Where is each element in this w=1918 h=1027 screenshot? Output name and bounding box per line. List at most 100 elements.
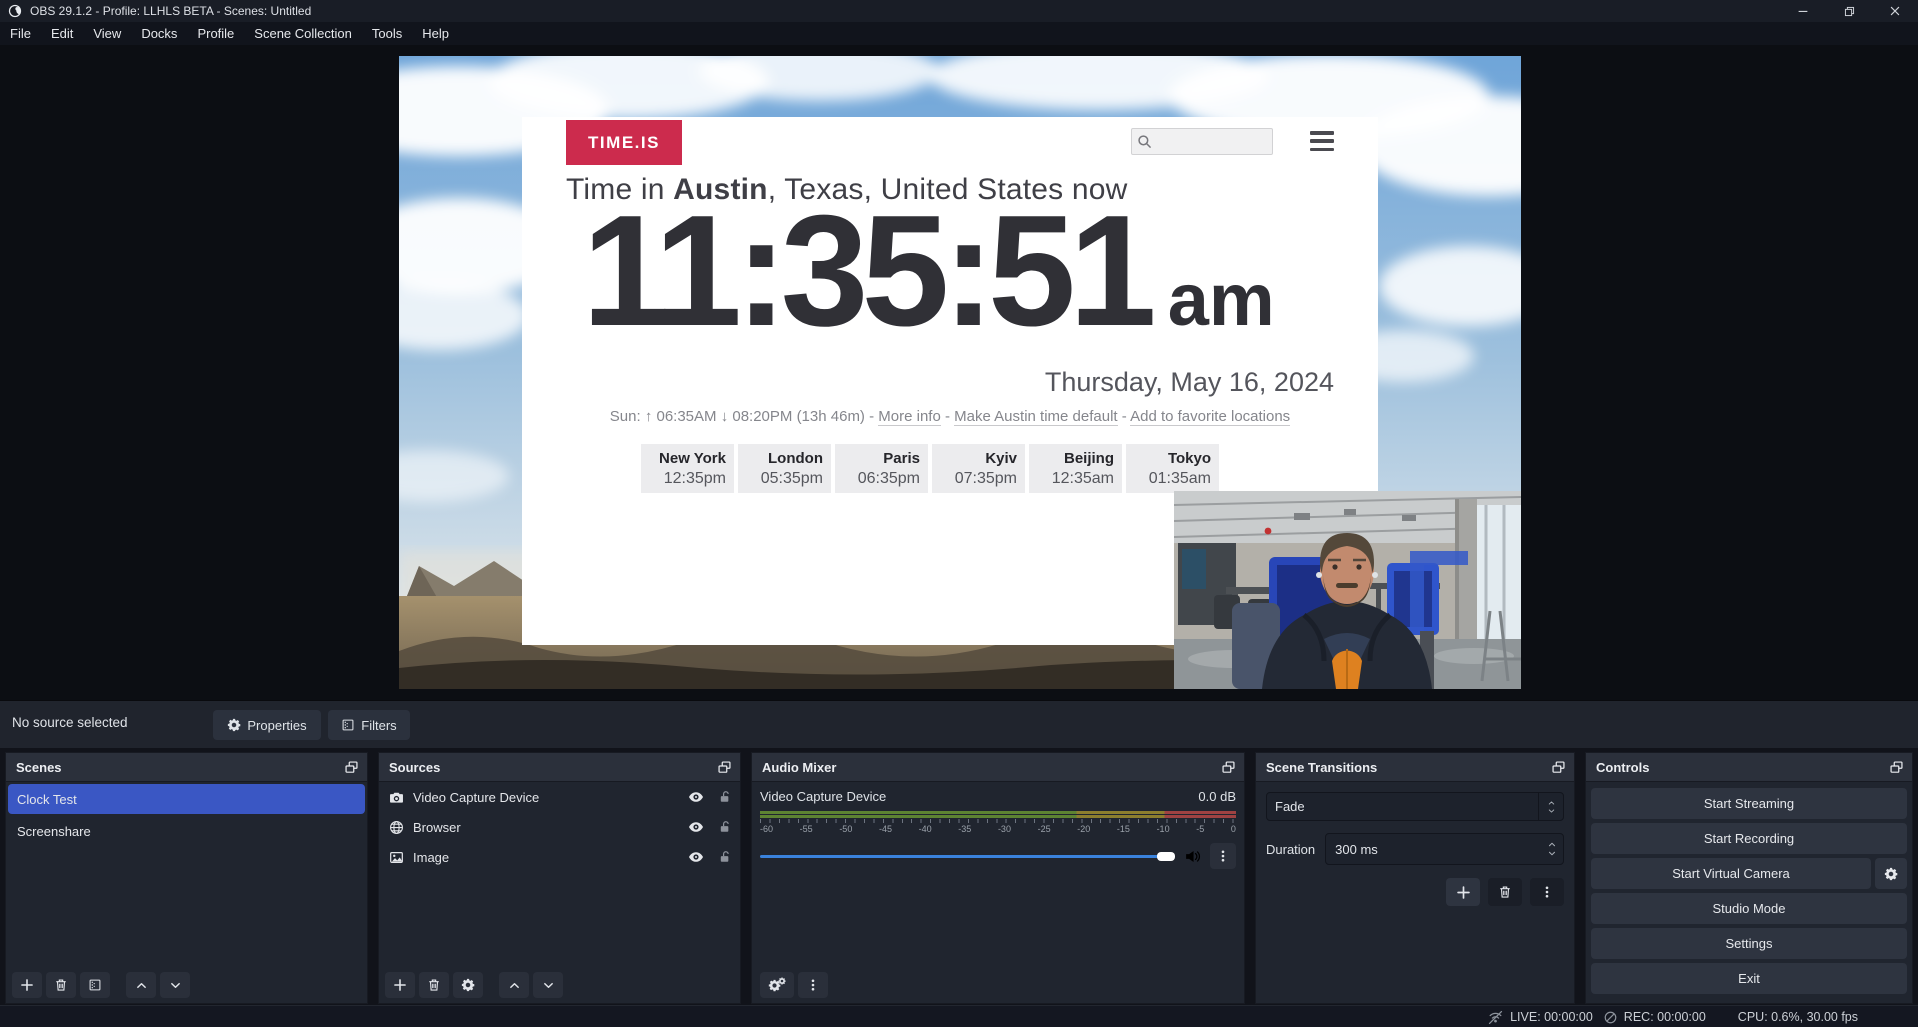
- start-virtual-camera-button[interactable]: Start Virtual Camera: [1591, 858, 1871, 889]
- webcam-video: [1174, 491, 1521, 689]
- scene-item-screenshare[interactable]: Screenshare: [8, 816, 365, 846]
- dock-popout-icon[interactable]: [717, 760, 732, 775]
- mixer-footer-toolbar: [760, 972, 828, 998]
- scene-up-button[interactable]: [126, 972, 156, 998]
- timeis-date: Thursday, May 16, 2024: [1045, 367, 1334, 398]
- status-bar: LIVE: 00:00:00 REC: 00:00:00 CPU: 0.6%, …: [0, 1005, 1918, 1027]
- start-streaming-button[interactable]: Start Streaming: [1591, 788, 1907, 819]
- video-preview[interactable]: TIME.IS Time in Austin, Texas, United St…: [399, 56, 1521, 689]
- start-recording-button[interactable]: Start Recording: [1591, 823, 1907, 854]
- settings-button[interactable]: Settings: [1591, 928, 1907, 959]
- add-scene-button[interactable]: [12, 972, 42, 998]
- scene-filters-button[interactable]: [80, 972, 110, 998]
- chevron-up-icon: [1547, 799, 1556, 807]
- chevron-down-icon[interactable]: [1547, 849, 1557, 858]
- add-source-button[interactable]: [385, 972, 415, 998]
- menu-scene-collection[interactable]: Scene Collection: [244, 24, 362, 43]
- chevron-up-icon: [135, 979, 148, 992]
- mixer-menu-button[interactable]: [798, 972, 828, 998]
- restore-button[interactable]: [1826, 0, 1872, 22]
- eye-icon[interactable]: [688, 819, 704, 835]
- city-box: Beijing12:35am: [1029, 444, 1122, 493]
- menu-file[interactable]: File: [0, 24, 41, 43]
- sun-times: Sun: ↑ 06:35AM ↓ 08:20PM (13h 46m): [610, 408, 865, 425]
- menu-tools[interactable]: Tools: [362, 24, 412, 43]
- scenes-footer-toolbar: [12, 972, 190, 998]
- source-row-image[interactable]: Image: [379, 842, 740, 872]
- advanced-audio-button[interactable]: [760, 972, 794, 998]
- clock-meridiem: am: [1168, 257, 1275, 342]
- volume-slider-handle[interactable]: [1157, 852, 1175, 861]
- timeis-sun-line: Sun: ↑ 06:35AM ↓ 08:20PM (13h 46m) - Mor…: [522, 408, 1378, 425]
- gear-icon: [1884, 867, 1898, 881]
- menu-view[interactable]: View: [83, 24, 131, 43]
- menu-profile[interactable]: Profile: [187, 24, 244, 43]
- menu-docks[interactable]: Docks: [131, 24, 187, 43]
- menu-help[interactable]: Help: [412, 24, 459, 43]
- chevron-up-icon[interactable]: [1547, 840, 1557, 849]
- close-button[interactable]: [1872, 0, 1918, 22]
- transition-select-spinner[interactable]: [1538, 793, 1563, 820]
- transitions-header: Scene Transitions: [1256, 753, 1574, 782]
- dock-popout-icon[interactable]: [1889, 760, 1904, 775]
- menu-edit[interactable]: Edit: [41, 24, 83, 43]
- dock-popout-icon[interactable]: [344, 760, 359, 775]
- timeis-search-input: [1131, 128, 1273, 155]
- record-inactive-icon: [1603, 1010, 1618, 1025]
- plus-icon: [20, 978, 34, 992]
- mixer-options-button[interactable]: [1210, 843, 1236, 869]
- virtual-camera-config-button[interactable]: [1875, 858, 1907, 889]
- duration-spinbox[interactable]: 300 ms: [1325, 833, 1564, 865]
- eye-icon[interactable]: [688, 789, 704, 805]
- eye-icon[interactable]: [688, 849, 704, 865]
- controls-panel: Controls Start Streaming Start Recording…: [1585, 752, 1913, 1004]
- kebab-menu-icon: [806, 978, 820, 992]
- chevron-down-icon: [169, 979, 182, 992]
- studio-mode-button[interactable]: Studio Mode: [1591, 893, 1907, 924]
- speaker-icon[interactable]: [1184, 848, 1201, 865]
- sources-panel: Sources Video Capture Device Browser Ima…: [378, 752, 741, 1004]
- volume-slider[interactable]: [760, 852, 1175, 861]
- dock-popout-icon[interactable]: [1221, 760, 1236, 775]
- chevron-down-icon: [1547, 807, 1556, 815]
- unlock-icon[interactable]: [718, 820, 732, 834]
- properties-button[interactable]: Properties: [213, 710, 321, 740]
- filters-icon: [88, 978, 102, 992]
- preview-canvas[interactable]: TIME.IS Time in Austin, Texas, United St…: [0, 45, 1918, 700]
- obs-window: OBS 29.1.2 - Profile: LLHLS BETA - Scene…: [0, 0, 1918, 1027]
- filters-button[interactable]: Filters: [328, 710, 410, 740]
- source-row-video-capture[interactable]: Video Capture Device: [379, 782, 740, 812]
- minimize-button[interactable]: [1780, 0, 1826, 22]
- source-status-label: No source selected: [12, 715, 128, 730]
- source-properties-button[interactable]: [453, 972, 483, 998]
- kebab-menu-icon: [1216, 849, 1230, 863]
- more-info-link: More info: [878, 408, 941, 426]
- kebab-menu-icon: [1540, 885, 1554, 899]
- scene-down-button[interactable]: [160, 972, 190, 998]
- exit-button[interactable]: Exit: [1591, 963, 1907, 994]
- webcam-source[interactable]: [1174, 491, 1521, 689]
- advanced-audio-gears-icon: [778, 977, 786, 985]
- volume-meter: -60-55-50-45-40-35-30-25-20-15-10-50: [760, 811, 1236, 834]
- remove-transition-button[interactable]: [1488, 878, 1522, 906]
- transition-properties-button[interactable]: [1530, 878, 1564, 906]
- window-title: OBS 29.1.2 - Profile: LLHLS BETA - Scene…: [30, 4, 311, 18]
- trash-icon: [54, 978, 68, 992]
- gear-icon: [461, 978, 475, 992]
- unlock-icon[interactable]: [718, 850, 732, 864]
- duration-label: Duration: [1266, 842, 1315, 857]
- city-box: Paris06:35pm: [835, 444, 928, 493]
- title-bar[interactable]: OBS 29.1.2 - Profile: LLHLS BETA - Scene…: [0, 0, 1918, 22]
- unlock-icon[interactable]: [718, 790, 732, 804]
- scene-item-clock-test[interactable]: Clock Test: [8, 784, 365, 814]
- source-up-button[interactable]: [499, 972, 529, 998]
- city-box: New York12:35pm: [641, 444, 734, 493]
- plus-icon: [393, 978, 407, 992]
- remove-source-button[interactable]: [419, 972, 449, 998]
- remove-scene-button[interactable]: [46, 972, 76, 998]
- source-row-browser[interactable]: Browser: [379, 812, 740, 842]
- dock-popout-icon[interactable]: [1551, 760, 1566, 775]
- add-transition-button[interactable]: [1446, 878, 1480, 906]
- transition-select[interactable]: Fade: [1266, 792, 1564, 821]
- source-down-button[interactable]: [533, 972, 563, 998]
